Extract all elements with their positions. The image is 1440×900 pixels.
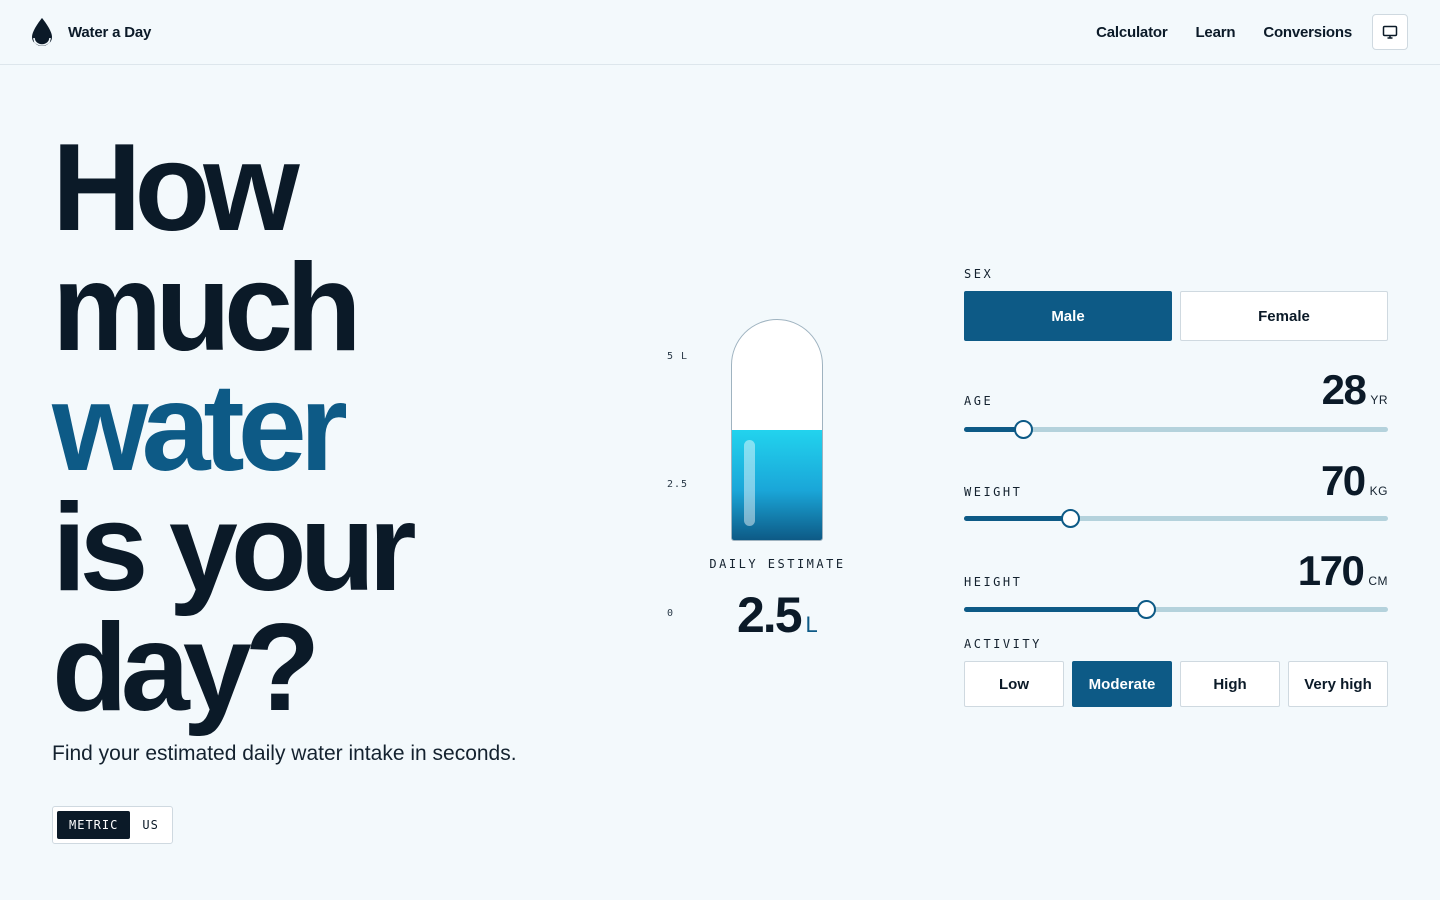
hero-line: How (52, 119, 300, 257)
slider-thumb[interactable] (1061, 509, 1080, 528)
main-nav: Calculator Learn Conversions (1096, 14, 1408, 50)
water-gauge-tube (731, 319, 823, 541)
hero-line: day? (52, 599, 320, 737)
water-drop-icon (32, 18, 52, 47)
slider-fill (964, 607, 1147, 612)
nav-link-calculator[interactable]: Calculator (1096, 24, 1168, 41)
water-gauge-shine (744, 440, 755, 526)
height-slider[interactable] (964, 599, 1388, 621)
age-value: 28 (1321, 366, 1367, 413)
weight-readout: 70 KG (1321, 457, 1388, 505)
monitor-icon (1382, 25, 1398, 39)
activity-option-very-high[interactable]: Very high (1288, 661, 1388, 707)
gauge-caption: DAILY ESTIMATE (709, 557, 846, 571)
slider-fill (964, 516, 1070, 521)
slider-thumb[interactable] (1137, 600, 1157, 619)
unit-toggle: METRIC US (52, 806, 173, 844)
activity-option-high[interactable]: High (1180, 661, 1280, 707)
height-value: 170 (1297, 547, 1365, 594)
theme-toggle-button[interactable] (1372, 14, 1408, 50)
sex-option-female[interactable]: Female (1180, 291, 1388, 341)
activity-option-low[interactable]: Low (964, 661, 1064, 707)
age-slider[interactable] (964, 419, 1388, 441)
top-header: Water a Day Calculator Learn Conversions (0, 0, 1440, 65)
sex-label: SEX (964, 267, 994, 281)
activity-label: ACTIVITY (964, 637, 1042, 651)
gauge-readout: 2.5 L (737, 586, 818, 644)
unit-option-metric[interactable]: METRIC (57, 811, 131, 839)
nav-link-learn[interactable]: Learn (1195, 24, 1235, 41)
hero-subtitle: Find your estimated daily water intake i… (52, 742, 517, 765)
brand-name: Water a Day (68, 23, 152, 41)
height-label: HEIGHT (964, 575, 1023, 589)
gauge-tick-min: 0 (667, 608, 675, 619)
gauge-tick-max: 5 L (667, 351, 689, 362)
brand[interactable]: Water a Day (30, 16, 151, 48)
weight-value: 70 (1320, 457, 1366, 504)
hero-line: much (52, 239, 362, 377)
nav-link-conversions[interactable]: Conversions (1263, 24, 1352, 41)
gauge-tick-mid: 2.5 (667, 479, 689, 490)
slider-thumb[interactable] (1014, 420, 1034, 439)
activity-option-moderate[interactable]: Moderate (1072, 661, 1172, 707)
weight-slider[interactable] (964, 508, 1388, 530)
height-readout: 170 CM (1298, 547, 1388, 595)
age-readout: 28 YR (1322, 366, 1388, 414)
height-unit: CM (1368, 574, 1388, 588)
unit-option-us[interactable]: US (130, 811, 170, 839)
hero-line-accent: water (52, 359, 348, 497)
age-label: AGE (964, 394, 994, 408)
hero-headline: How much water is your day? (52, 119, 417, 737)
gauge-value: 2.5 (737, 587, 803, 643)
sex-option-male[interactable]: Male (964, 291, 1172, 341)
hero-line: is your (52, 479, 417, 617)
age-unit: YR (1370, 393, 1388, 407)
gauge-unit: L (805, 612, 818, 637)
weight-unit: KG (1369, 484, 1388, 498)
weight-label: WEIGHT (964, 485, 1023, 499)
